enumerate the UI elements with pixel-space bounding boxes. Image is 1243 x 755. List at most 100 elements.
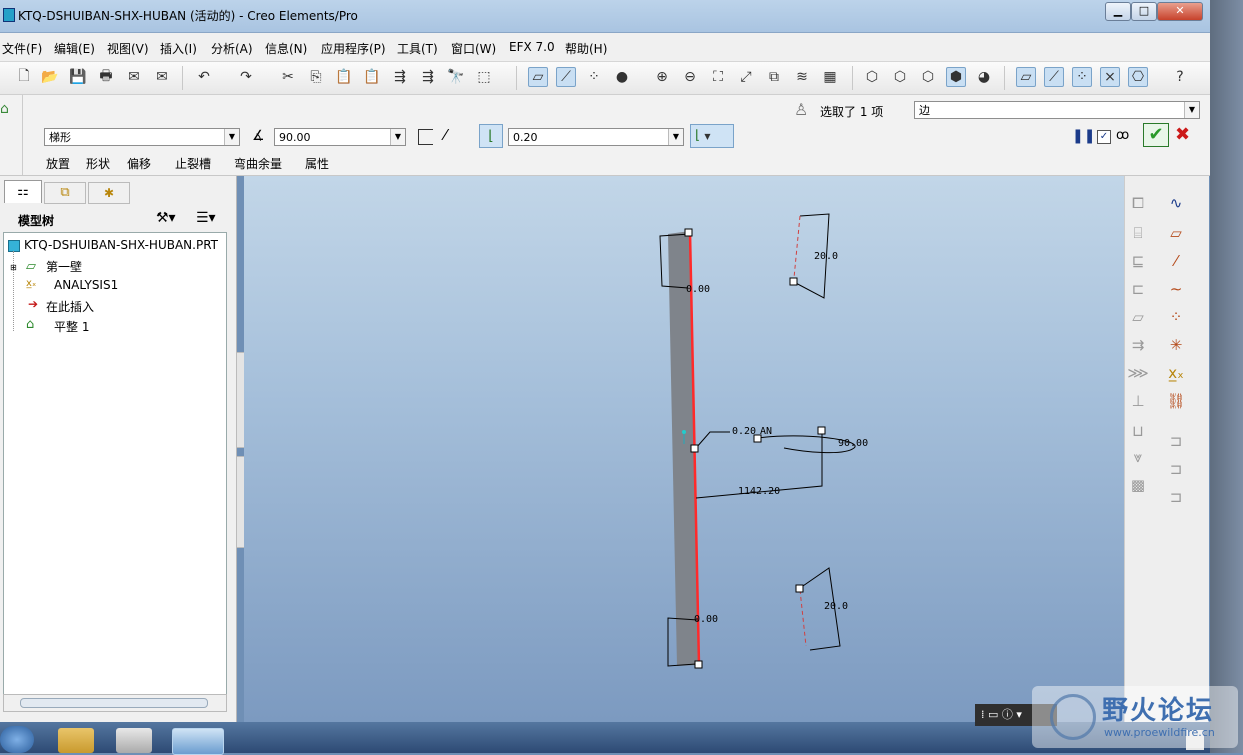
cut-icon[interactable]: ✂ [278,67,298,87]
scrollbar-thumb[interactable] [20,698,208,708]
menu-window[interactable]: 窗口(W) [451,40,496,57]
bend-radius-input[interactable]: 0.20 ▼ [508,128,684,146]
bend-angle-input[interactable]: 90.00 ▼ [274,128,406,146]
refit-icon[interactable]: ⛶ [708,67,728,87]
tab-offset[interactable]: 偏移 [127,155,151,172]
graphics-window[interactable]: 0.00 20.0 0.20 AN 90.00 1142.20 0.00 20.… [244,176,1124,722]
flat-wall-icon[interactable]: ⌸ [1127,222,1149,244]
thickness-side-icon[interactable] [418,129,433,145]
cancel-icon[interactable]: ✖ [1175,124,1190,145]
tree-item-insert-here[interactable]: 在此插入 [46,298,94,315]
flange-wall-icon[interactable]: ⊑ [1127,250,1149,272]
find-icon[interactable]: 🔭 [446,67,466,87]
plane-display-icon[interactable]: ▱ [1016,67,1036,87]
menu-help[interactable]: 帮助(H) [565,40,607,57]
tab-relief[interactable]: 止裂槽 [175,155,211,172]
extend-wall-icon[interactable]: ⊏ [1127,278,1149,300]
flange-shape-select[interactable]: 梯形 ▼ [44,128,240,146]
chevron-down-icon[interactable]: ▼ [668,129,683,145]
redo-icon[interactable]: ↷ [236,67,256,87]
axis-display-icon[interactable]: ⟋ [1044,67,1064,87]
chevron-down-icon[interactable]: ▼ [1184,102,1199,118]
explorer-taskbar-icon[interactable] [58,728,94,753]
punch-icon[interactable]: ⊐ [1165,458,1187,480]
shading-icon[interactable]: ● [612,67,632,87]
copy-icon[interactable]: ⎘ [306,67,326,87]
menu-edit[interactable]: 编辑(E) [54,40,95,57]
datum-planes-icon[interactable]: ▱ [528,67,548,87]
pause-icon[interactable]: ❚❚ [1072,128,1095,144]
accept-icon[interactable]: ✔ [1143,123,1169,147]
tree-item-flatten[interactable]: 平整 1 [54,318,89,335]
preview-icon[interactable]: ꝏ [1116,128,1129,143]
save-icon[interactable]: 💾 [68,67,88,87]
app-taskbar-icon[interactable] [116,728,152,753]
zoom-in-icon[interactable]: ⊕ [652,67,672,87]
drag-handle[interactable] [789,277,798,286]
menu-view[interactable]: 视图(V) [107,40,149,57]
layers-icon[interactable]: ≋ [792,67,812,87]
folder-browser-tab-icon[interactable]: ⧉ [44,182,86,204]
menu-info[interactable]: 信息(N) [265,40,307,57]
appearance-icon[interactable]: ◕ [974,67,994,87]
preview-checkbox[interactable]: ✓ [1097,130,1111,144]
close-button[interactable]: ✕ [1157,2,1203,21]
menu-efx[interactable]: EFX 7.0 [509,40,555,54]
point-display-icon[interactable]: ⁘ [1072,67,1092,87]
paste-special-icon[interactable]: 📋 [362,67,382,87]
form-icon[interactable]: ⩔ [1127,446,1149,468]
flip-direction-icon[interactable]: ⁄ [444,126,447,144]
drag-handle[interactable] [690,444,699,453]
drag-handle[interactable] [684,228,693,237]
radius-side-select[interactable]: ⌊ ▼ [690,124,734,148]
flatten-icon[interactable]: ▩ [1127,474,1149,496]
saved-views-icon[interactable]: ⧉ [764,67,784,87]
new-icon[interactable]: 🗋 [14,67,34,87]
drag-handle[interactable] [753,434,762,443]
datum-point-icon[interactable]: ⁘ [1165,306,1187,328]
cut-feature-icon[interactable]: ⊐ [1165,430,1187,452]
open-icon[interactable]: 📂 [40,67,60,87]
tree-columns-icon[interactable]: ☰▾ [196,210,216,226]
tab-placement[interactable]: 放置 [46,155,70,172]
reorient-icon[interactable]: ⤢ [736,67,756,87]
datum-points-icon[interactable]: ⁘ [584,67,604,87]
analysis-feature-icon[interactable]: x̲ₓ [1165,362,1187,384]
datum-plane-icon[interactable]: ▱ [1165,222,1187,244]
twist-icon[interactable]: ⇉ [1127,334,1149,356]
bend-back-icon[interactable]: ⊔ [1127,420,1149,442]
datum-axis-icon[interactable]: ⁄ [1165,250,1187,272]
merge-wall-icon[interactable]: ▱ [1127,306,1149,328]
no-hidden-icon[interactable]: ⬡ [918,67,938,87]
creo-taskbar-icon[interactable] [172,728,224,755]
drag-handle[interactable] [694,660,703,669]
menu-insert[interactable]: 插入(I) [160,40,197,57]
tree-root-item[interactable]: KTQ-DSHUIBAN-SHX-HUBAN.PRT [24,238,218,252]
select-box-icon[interactable]: ⬚ [474,67,494,87]
tab-bend-allowance[interactable]: 弯曲余量 [234,155,282,172]
bend-icon[interactable]: ⋙ [1127,362,1149,384]
menu-tools[interactable]: 工具(T) [397,40,438,57]
minimize-button[interactable]: ▁ [1105,2,1131,21]
send-mail-icon[interactable]: ✉ [124,67,144,87]
chevron-down-icon[interactable]: ▼ [224,129,239,145]
bend-radius-icon[interactable]: ⌊ [479,124,503,148]
tree-item-analysis[interactable]: ANALYSIS1 [54,278,118,292]
model-view[interactable]: 0.00 20.0 0.20 AN 90.00 1142.20 0.00 20.… [244,176,1124,722]
notch-icon[interactable]: ⊐ [1165,486,1187,508]
maximize-button[interactable]: □ [1131,2,1157,21]
paste-icon[interactable]: 📋 [334,67,354,87]
favorites-tab-icon[interactable]: ✱ [88,182,130,204]
print-icon[interactable]: 🖶 [96,67,116,87]
selection-filter-select[interactable]: 边 ▼ [914,101,1200,119]
csys-icon[interactable]: ✳ [1165,334,1187,356]
unbend-icon[interactable]: ⊥ [1127,390,1149,412]
unattached-wall-icon[interactable]: ⧠ [1127,192,1149,214]
chain-icon[interactable]: ⛓ [1165,390,1187,412]
regenerate-manager-icon[interactable]: ⇶ [418,67,438,87]
datum-curve-sketch-icon[interactable]: ∿ [1165,192,1187,214]
csys-display-icon[interactable]: ⨯ [1100,67,1120,87]
datum-axes-icon[interactable]: ⟋ [556,67,576,87]
wireframe-icon[interactable]: ⬡ [862,67,882,87]
regenerate-icon[interactable]: ⇶ [390,67,410,87]
